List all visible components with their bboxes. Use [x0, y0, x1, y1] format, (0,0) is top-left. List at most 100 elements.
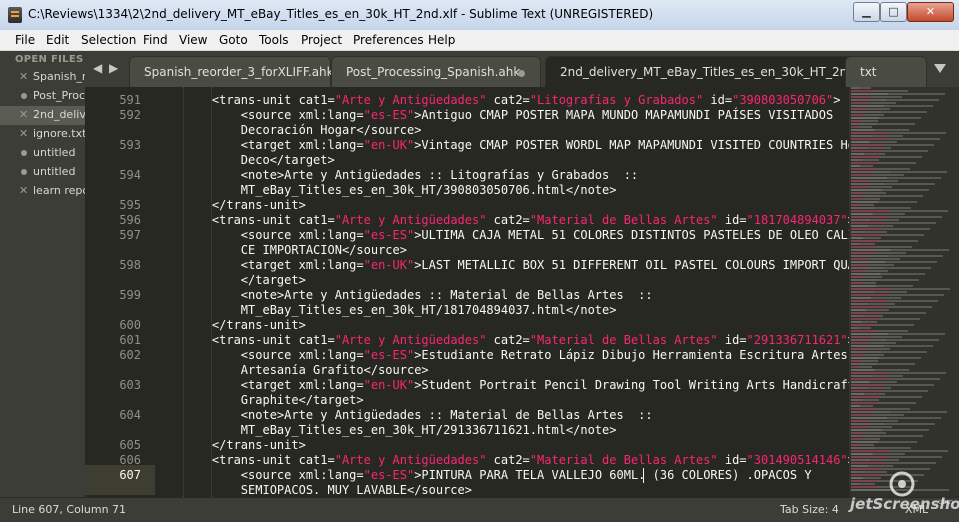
- menu-find[interactable]: Find: [143, 33, 168, 47]
- minimap-line: [851, 135, 903, 137]
- code-line[interactable]: CE IMPORTACION</source>: [183, 243, 407, 257]
- unsaved-dot-icon[interactable]: [21, 93, 27, 99]
- code-line[interactable]: <trans-unit cat1="Arte y Antigüedades" c…: [183, 333, 849, 347]
- tab-dropdown-icon[interactable]: [934, 64, 946, 73]
- sidebar-file-item[interactable]: Post_Processing_Spanish.ahk: [0, 87, 85, 106]
- sidebar-file-item[interactable]: ✕ 2nd_delivery_MT_eBay_Titles_es_en_30k_H…: [0, 106, 85, 125]
- code-line[interactable]: Decoración Hogar</source>: [183, 123, 422, 137]
- close-file-icon[interactable]: ✕: [19, 108, 28, 121]
- code-line[interactable]: Artesanía Grafito</source>: [183, 363, 429, 377]
- minimap-line: [851, 366, 872, 368]
- menu-edit[interactable]: Edit: [46, 33, 69, 47]
- minimap-line: [851, 357, 921, 359]
- tab-file[interactable]: Post_Processing_Spanish.ahk: [331, 56, 541, 88]
- sidebar-file-item[interactable]: untitled: [0, 163, 85, 182]
- sidebar-file-label: untitled: [33, 165, 76, 178]
- code-text: MT_eBay_Titles_es_en_30k_HT/181704894037…: [183, 303, 617, 317]
- attribute-value: "en-UK": [363, 378, 415, 392]
- sidebar-file-item[interactable]: ✕ ignore.txt: [0, 125, 85, 144]
- code-text: MT_eBay_Titles_es_en_30k_HT/390803050706…: [183, 183, 617, 197]
- menu-selection[interactable]: Selection: [81, 33, 136, 47]
- menu-goto[interactable]: Goto: [219, 33, 248, 47]
- code-text: CE IMPORTACION</source>: [183, 243, 407, 257]
- code-line[interactable]: <trans-unit cat1="Arte y Antigüedades" c…: [183, 213, 849, 227]
- minimap-line: [851, 300, 938, 302]
- minimap-line: [851, 417, 941, 419]
- minimap-line: [851, 132, 946, 134]
- sidebar-file-item[interactable]: ✕ Spanish_reorder_3_forXLIFF.ahk: [0, 68, 85, 87]
- code-line[interactable]: <note>Arte y Antigüedades :: Material de…: [183, 408, 653, 422]
- code-line[interactable]: SEMIOPACOS. MUY LAVABLE</source>: [183, 483, 472, 497]
- menu-preferences[interactable]: Preferences: [353, 33, 424, 47]
- close-button[interactable]: ✕: [907, 2, 954, 22]
- sidebar-file-label: Post_Processing_Spanish.ahk: [33, 89, 85, 102]
- minimap-line: [851, 390, 928, 392]
- unsaved-dot-icon[interactable]: [518, 70, 525, 77]
- code-line[interactable]: </trans-unit>: [183, 318, 306, 332]
- minimap-line: [851, 462, 936, 464]
- tab-size[interactable]: Tab Size: 4: [780, 503, 839, 516]
- menu-project[interactable]: Project: [301, 33, 342, 47]
- code-line[interactable]: MT_eBay_Titles_es_en_30k_HT/390803050706…: [183, 183, 617, 197]
- unsaved-dot-icon[interactable]: [21, 169, 27, 175]
- tab-scroll-right-icon[interactable]: ▶: [109, 61, 118, 75]
- code-line[interactable]: <source xml:lang="es-ES">Antiguo CMAP PO…: [183, 108, 833, 122]
- minimap-line: [851, 360, 878, 362]
- code-line[interactable]: <source xml:lang="es-ES">ULTIMA CAJA MET…: [183, 228, 849, 242]
- menu-view[interactable]: View: [179, 33, 207, 47]
- attribute-value: "es-ES": [363, 348, 415, 362]
- minimap-line: [851, 294, 944, 296]
- minimap-line: [851, 237, 881, 239]
- menu-tools[interactable]: Tools: [259, 33, 289, 47]
- code-line[interactable]: <note>Arte y Antigüedades :: Material de…: [183, 288, 653, 302]
- minimap-line: [851, 327, 871, 329]
- minimap-line: [851, 117, 921, 119]
- tab-active[interactable]: 2nd_delivery_MT_eBay_Titles_es_en_30k_HT…: [545, 56, 873, 88]
- code-line[interactable]: <target xml:lang="en-UK">LAST METALLIC B…: [183, 258, 849, 272]
- code-line[interactable]: <target xml:lang="en-UK">Vintage CMAP PO…: [183, 138, 849, 152]
- tab-scroll-left-icon[interactable]: ◀: [93, 61, 102, 75]
- code-line[interactable]: <note>Arte y Antigüedades :: Litografías…: [183, 168, 638, 182]
- code-text: <trans-unit cat1=: [183, 213, 335, 227]
- sidebar-file-item[interactable]: untitled: [0, 144, 85, 163]
- minimap-line: [851, 423, 935, 425]
- tab-file[interactable]: txt: [845, 56, 927, 88]
- minimap-line: [851, 120, 878, 122]
- code-line[interactable]: <trans-unit cat1="Arte y Antigüedades" c…: [183, 453, 849, 467]
- sidebar-file-item[interactable]: ✕ learn report: [0, 182, 85, 201]
- code-line[interactable]: </trans-unit>: [183, 438, 306, 452]
- minimap-line: [851, 267, 931, 269]
- line-number: 605: [119, 438, 141, 452]
- tab-file[interactable]: Spanish_reorder_3_forXLIFF.ahk: [129, 56, 334, 88]
- code-line[interactable]: </trans-unit>: [183, 198, 306, 212]
- minimap-line: [851, 321, 877, 323]
- menu-help[interactable]: Help: [428, 33, 455, 47]
- minimap-line: [851, 447, 911, 449]
- code-line[interactable]: <source xml:lang="es-ES">PINTURA PARA TE…: [183, 468, 812, 482]
- maximize-button[interactable]: □: [880, 2, 907, 22]
- unsaved-dot-icon[interactable]: [21, 150, 27, 156]
- code-text: MT_eBay_Titles_es_en_30k_HT/291336711621…: [183, 423, 617, 437]
- minimize-button[interactable]: ▁: [853, 2, 880, 22]
- code-text: >: [833, 93, 841, 107]
- minimap[interactable]: [849, 87, 959, 497]
- code-editor[interactable]: 591 592 593 594 595 596 597 598 599 600 601 602 603 6…: [85, 87, 849, 497]
- code-line[interactable]: MT_eBay_Titles_es_en_30k_HT/181704894037…: [183, 303, 617, 317]
- code-line[interactable]: MT_eBay_Titles_es_en_30k_HT/291336711621…: [183, 423, 617, 437]
- code-line[interactable]: <target xml:lang="en-UK">Student Portrai…: [183, 378, 849, 392]
- minimap-line: [851, 408, 910, 410]
- close-file-icon[interactable]: ✕: [19, 184, 28, 197]
- minimap-line: [851, 204, 874, 206]
- close-file-icon[interactable]: ✕: [19, 70, 28, 83]
- minimap-line: [851, 393, 885, 395]
- code-line[interactable]: </target>: [183, 273, 306, 287]
- minimap-line: [851, 243, 875, 245]
- minimap-line: [851, 177, 941, 179]
- menu-file[interactable]: File: [15, 33, 35, 47]
- code-line[interactable]: <source xml:lang="es-ES">Estudiante Retr…: [183, 348, 848, 362]
- code-line[interactable]: <trans-unit cat1="Arte y Antigüedades" c…: [183, 93, 841, 107]
- close-file-icon[interactable]: ✕: [19, 127, 28, 140]
- code-text: </trans-unit>: [183, 198, 306, 212]
- code-line[interactable]: Deco</target>: [183, 153, 335, 167]
- minimap-line: [851, 96, 902, 98]
